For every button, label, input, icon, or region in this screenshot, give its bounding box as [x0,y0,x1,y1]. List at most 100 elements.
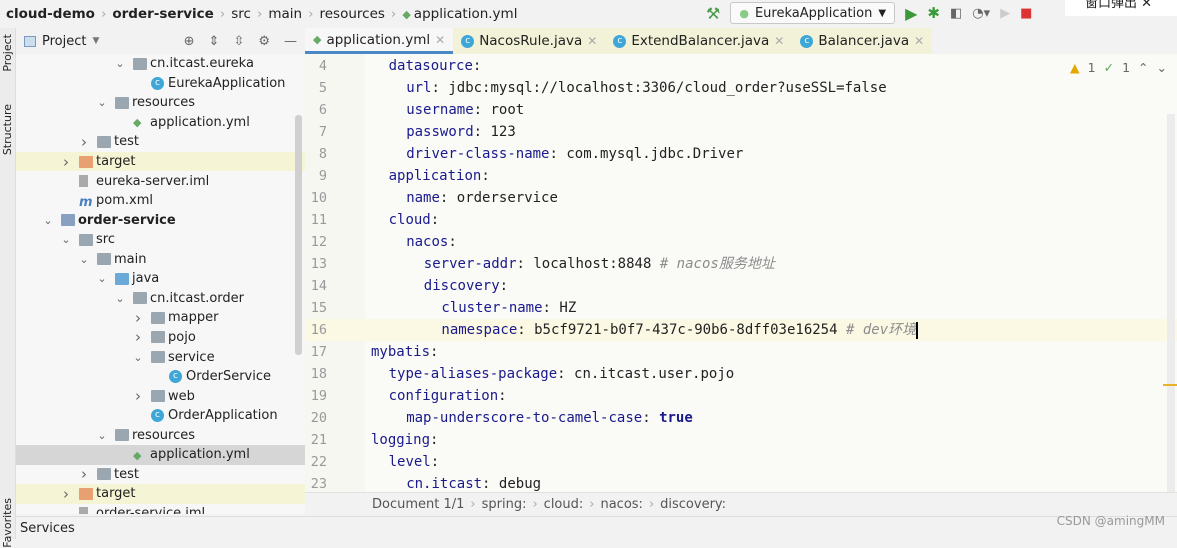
tree-item[interactable]: ◆ application.yml [16,445,305,465]
code-text: type-aliases-package: cn.itcast.user.poj… [388,366,735,382]
breadcrumb-item[interactable]: resources [319,6,384,22]
tab-balancer-java[interactable]: c Balancer.java ✕ [792,28,933,54]
chevron-down-icon[interactable]: ▼ [92,36,99,46]
tree-scrollbar[interactable] [295,115,302,355]
tree-item[interactable]: ⌄ order-service [16,210,305,230]
project-tool-tab[interactable]: Project [1,34,14,72]
status-path-item[interactable]: nacos: [600,497,642,512]
breadcrumb-item[interactable]: application.yml [414,6,518,22]
editor-scrollbar[interactable] [1167,114,1175,492]
chevron-right-icon[interactable]: › [79,133,89,151]
tree-item[interactable]: ⌄ cn.itcast.order [16,289,305,309]
tree-item[interactable]: eureka-server.iml [16,171,305,191]
code-editor[interactable]: 4 datasource: 5 url: jdbc:mysql://localhos… [305,54,1177,492]
stop-icon[interactable]: ■ [1020,6,1032,21]
chevron-down-icon[interactable]: ⌄ [61,233,71,246]
run-toolbar: ⚒ ● EurekaApplication ▼ ▶ ✱ ◧ ◔▾ ▶ ■ [706,2,1032,24]
profile-icon[interactable]: ◔▾ [972,6,990,21]
chevron-right-icon[interactable]: › [133,328,143,346]
project-view-title[interactable]: Project [42,34,86,49]
weak-warning-count: 1 [1122,60,1131,75]
collapse-all-icon[interactable]: ⇳ [233,34,244,49]
run-config-select[interactable]: ● EurekaApplication ▼ [730,2,896,24]
close-icon[interactable]: ✕ [435,33,445,47]
run-icon[interactable]: ▶ [905,4,917,23]
chevron-right-icon[interactable]: › [79,465,89,483]
warning-marker[interactable] [1163,384,1177,386]
tree-item[interactable]: c OrderService [16,367,305,387]
tree-item[interactable]: ⌄ java [16,269,305,289]
locate-icon[interactable]: ⊕ [184,34,195,49]
tab-application-yml[interactable]: ◆ application.yml ✕ [305,28,454,54]
close-icon[interactable]: ✕ [587,34,597,48]
status-path-item[interactable]: cloud: [544,497,584,512]
tree-item[interactable]: c EurekaApplication [16,74,305,94]
project-view-icon [24,35,36,47]
tree-item[interactable]: c OrderApplication [16,406,305,426]
tree-item[interactable]: ◆ application.yml [16,113,305,133]
chevron-down-icon[interactable]: ⌄ [97,96,107,109]
hide-icon[interactable]: — [284,34,297,49]
services-tab[interactable]: Services [20,521,75,536]
line-number: 19 [310,388,327,404]
breadcrumb-item[interactable]: src [231,6,251,22]
yaml-key: mybatis [371,344,431,360]
chevron-right-icon[interactable]: › [61,153,71,171]
chevron-right-icon: › [390,6,397,22]
chevron-down-icon[interactable]: ⌄ [97,272,107,285]
build-hammer-icon[interactable]: ⚒ [706,4,720,23]
tree-item[interactable]: › test [16,132,305,152]
chevron-right-icon: › [532,497,538,512]
yaml-key: driver-class-name [406,146,550,162]
popup-overlay[interactable]: 窗口弹出 ✕ [1065,0,1177,16]
status-path-item[interactable]: spring: [482,497,527,512]
tree-item[interactable]: m pom.xml [16,191,305,211]
tree-item[interactable]: order-service.iml [16,504,305,514]
tree-item[interactable]: ⌄ resources [16,93,305,113]
tree-item[interactable]: › web [16,386,305,406]
close-icon[interactable]: ✕ [914,34,924,48]
status-path-item[interactable]: discovery: [660,497,726,512]
prev-highlight-icon[interactable]: ⌃ [1138,60,1148,75]
status-path-item[interactable]: Document 1/1 [372,497,464,512]
chevron-right-icon[interactable]: › [61,485,71,503]
chevron-down-icon[interactable]: ⌄ [97,429,107,442]
next-highlight-icon[interactable]: ⌄ [1157,60,1167,75]
chevron-down-icon[interactable]: ⌄ [43,214,53,227]
coverage-icon[interactable]: ◧ [950,6,962,21]
structure-tool-tab[interactable]: Structure [1,104,14,155]
tree-item[interactable]: › target [16,484,305,504]
chevron-down-icon[interactable]: ⌄ [115,57,125,70]
chevron-down-icon[interactable]: ⌄ [115,292,125,305]
tree-item[interactable]: ⌄ src [16,230,305,250]
debug-icon[interactable]: ✱ [927,4,940,22]
tab-nacosrule-java[interactable]: c NacosRule.java ✕ [453,28,606,54]
inspection-widget[interactable]: ▲ 1 ✓ 1 ⌃ ⌄ [1070,60,1167,75]
tree-item[interactable]: ⌄ resources [16,425,305,445]
tree-item[interactable]: › pojo [16,328,305,348]
breadcrumb-item[interactable]: main [268,6,302,22]
close-icon[interactable]: ✕ [774,34,784,48]
breadcrumb-item[interactable]: cloud-demo [6,6,95,22]
line-number: 7 [318,124,327,140]
tree-item[interactable]: › target [16,151,305,172]
gear-icon[interactable]: ⚙ [258,34,270,49]
tree-item[interactable]: › mapper [16,308,305,328]
chevron-right-icon[interactable]: › [133,309,143,327]
chevron-down-icon[interactable]: ⌄ [133,351,143,364]
expand-all-icon[interactable]: ⇕ [209,34,220,49]
chevron-down-icon[interactable]: ⌄ [79,253,89,266]
tree-item[interactable]: ⌄ cn.itcast.eureka [16,54,305,74]
code-line: 13 server-addr: localhost:8848 # nacos服务地… [305,253,1177,275]
tree-item[interactable]: › test [16,465,305,485]
code-text: cluster-name: HZ [441,300,577,316]
favorites-tool-tab[interactable]: Favorites [1,498,14,548]
tree-item[interactable]: ⌄ service [16,347,305,367]
line-number: 17 [310,344,327,360]
tree-item[interactable]: ⌄ main [16,250,305,270]
yaml-value: jdbc:mysql://localhost:3306/cloud_order?… [448,80,887,96]
tab-extendbalancer-java[interactable]: c ExtendBalancer.java ✕ [605,28,793,54]
chevron-right-icon[interactable]: › [133,387,143,405]
maven-icon: m [79,194,93,210]
breadcrumb-item[interactable]: order-service [112,6,213,22]
